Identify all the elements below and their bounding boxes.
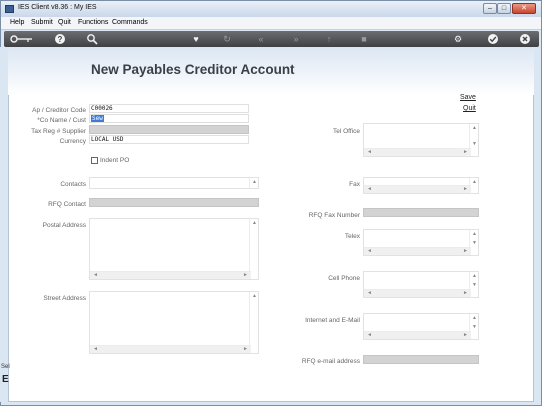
postal-address-textarea[interactable]: ▲ ◄ ► [89, 218, 259, 280]
indent-po-checkbox[interactable] [91, 157, 98, 164]
currency-field[interactable]: LOCAL USD [89, 135, 249, 144]
toolbar: ? ♥ ↻ « » ↑ ■ ⚙ [4, 31, 539, 47]
tel-office-input[interactable]: ▲ ▼ ◄ ► [363, 123, 479, 157]
gear-icon[interactable]: ⚙ [452, 33, 464, 45]
currency-label: Currency [59, 138, 86, 145]
creditor-code-label: Ap / Creditor Code [32, 107, 86, 114]
tel-office-hscroll[interactable]: ◄ ► [364, 148, 471, 156]
search-icon[interactable] [86, 33, 98, 45]
menu-commands[interactable]: Commands [112, 19, 148, 26]
rfq-contact-field[interactable] [89, 198, 259, 207]
contacts-input[interactable]: ▲ [89, 177, 259, 189]
stop-icon[interactable]: ■ [358, 33, 370, 45]
cancel-icon[interactable] [519, 33, 531, 45]
postal-hscroll[interactable]: ◄ ► [90, 271, 251, 279]
maximize-button[interactable]: □ [497, 3, 511, 14]
contacts-scrollbar[interactable]: ▲ [249, 178, 258, 188]
left-strip-text: Sel [1, 364, 10, 370]
rfq-email-label: RFQ e-mail address [301, 358, 360, 365]
close-button[interactable]: ✕ [512, 3, 536, 14]
menu-help[interactable]: Help [10, 19, 24, 26]
telex-hscroll[interactable]: ◄ ► [364, 247, 471, 255]
creditor-code-field[interactable]: C00026 [89, 104, 249, 113]
fax-hscroll[interactable]: ◄ ► [364, 185, 471, 193]
menu-quit[interactable]: Quit [58, 19, 71, 26]
fax-input[interactable]: ▲ ◄ ► [363, 177, 479, 194]
street-address-label: Street Address [43, 295, 86, 302]
tel-office-label: Tel Office [333, 128, 360, 135]
internet-email-input[interactable]: ▲ ▼ ◄ ► [363, 313, 479, 340]
cell-phone-hscroll[interactable]: ◄ ► [364, 289, 471, 297]
co-name-label: *Co Name / Cust [37, 117, 86, 124]
save-link[interactable]: Save [460, 94, 476, 101]
menu-bar: Help Submit Quit Functions Commands [1, 17, 541, 30]
rfq-contact-label: RFQ Contact [48, 201, 86, 208]
heart-icon[interactable]: ♥ [190, 33, 202, 45]
street-vscroll[interactable]: ▲ [249, 292, 258, 353]
help-icon[interactable]: ? [54, 33, 66, 45]
upload-icon[interactable]: ↑ [323, 33, 335, 45]
page-title: New Payables Creditor Account [91, 62, 295, 77]
tax-reg-label: Tax Reg # Supplier [31, 128, 86, 135]
rfq-email-field[interactable] [363, 355, 479, 364]
form-panel [8, 47, 534, 402]
rewind-icon[interactable]: « [255, 33, 267, 45]
rfq-fax-label: RFQ Fax Number [308, 212, 360, 219]
left-strip [0, 47, 8, 402]
svg-text:?: ? [58, 35, 63, 44]
contacts-label: Contacts [60, 181, 86, 188]
cell-phone-input[interactable]: ▲ ▼ ◄ ► [363, 271, 479, 298]
minimize-button[interactable]: – [483, 3, 497, 14]
tax-reg-field[interactable] [89, 125, 249, 134]
title-bar: IES Client v8.36 : My IES – □ ✕ [1, 1, 541, 17]
telex-label: Telex [344, 233, 360, 240]
quit-link[interactable]: Quit [463, 105, 476, 112]
cell-phone-label: Cell Phone [328, 275, 360, 282]
check-icon[interactable] [487, 33, 499, 45]
internet-email-hscroll[interactable]: ◄ ► [364, 331, 471, 339]
fast-forward-icon[interactable]: » [290, 33, 302, 45]
refresh-icon[interactable]: ↻ [221, 33, 233, 45]
key-icon[interactable] [10, 33, 34, 45]
telex-input[interactable]: ▲ ▼ ◄ ► [363, 229, 479, 256]
menu-functions[interactable]: Functions [78, 19, 108, 26]
co-name-value: Sew [91, 115, 104, 122]
left-strip-glyph: E [2, 374, 9, 385]
menu-submit[interactable]: Submit [31, 19, 53, 26]
internet-email-label: Internet and E-Mail [305, 317, 360, 324]
postal-address-label: Postal Address [42, 222, 86, 229]
fax-label: Fax [349, 181, 360, 188]
street-address-textarea[interactable]: ▲ ◄ ► [89, 291, 259, 354]
street-hscroll[interactable]: ◄ ► [90, 345, 251, 353]
indent-po-label: Indent PO [100, 157, 130, 164]
rfq-fax-field[interactable] [363, 208, 479, 217]
window-title: IES Client v8.36 : My IES [18, 4, 97, 11]
app-icon [5, 5, 14, 13]
co-name-field[interactable]: Sew [89, 114, 249, 123]
postal-vscroll[interactable]: ▲ [249, 219, 258, 279]
